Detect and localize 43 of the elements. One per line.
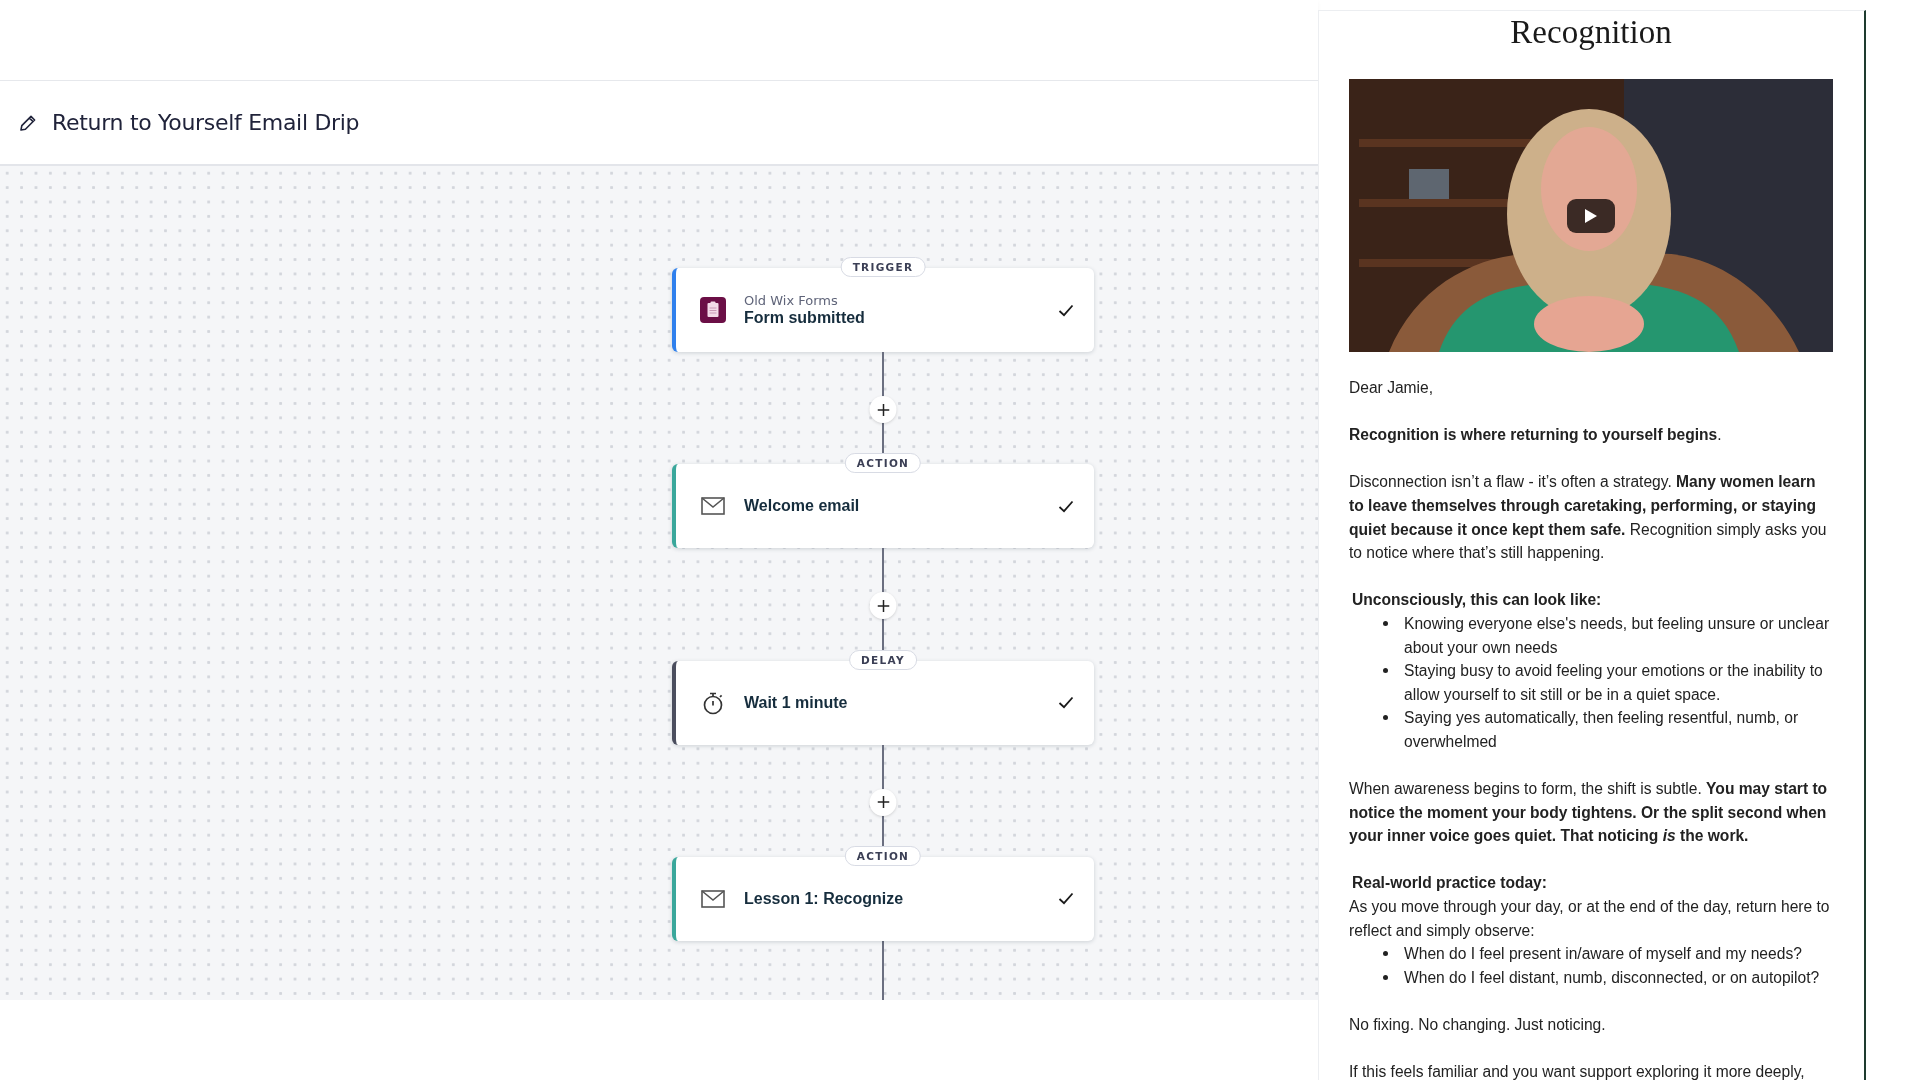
bullet-icon <box>1383 974 1388 980</box>
email-paragraph: No fixing. No changing. Just noticing. <box>1349 1015 1607 1036</box>
bullet-text: Saying yes automatically, then feeling resentful, numb, or overwhelmed <box>1404 708 1800 752</box>
bullet-text: Knowing everyone else's needs, but feeling unsure or unclear about your own needs <box>1404 613 1831 658</box>
bullet-text: When do I feel distant, numb, disconnected, or on autopilot? <box>1404 967 1820 988</box>
step-title: Lesson 1: Recognize <box>744 889 905 908</box>
connector-line <box>882 940 884 1000</box>
plus-icon <box>877 796 889 809</box>
add-step-button[interactable] <box>869 396 897 423</box>
email-paragraph: Disconnection isn’t a flaw - it’s often a strategy. Many women learn to leave themselves through caretaking, performing, or staying quiet because it once kept them safe. Recognition simply asks you to notice where that’s still happening. <box>1349 472 1828 564</box>
plus-icon <box>877 403 889 416</box>
email-paragraph: Dear Jamie, <box>1349 378 1435 398</box>
clipboard-icon <box>700 297 726 323</box>
email-paragraph: Recognition is where returning to yourself begins. <box>1349 425 1723 446</box>
bullet-text: When do I feel present in/aware of myself and my needs? <box>1404 944 1802 965</box>
step-type-badge: TRIGGER <box>840 257 926 277</box>
bullet-icon <box>1383 715 1388 721</box>
play-icon <box>1584 207 1598 224</box>
step-title: Form submitted <box>744 309 866 327</box>
add-step-button[interactable] <box>869 592 897 620</box>
workflow-title: Return to Yourself Email Drip <box>52 110 360 135</box>
step-title: Welcome email <box>744 497 861 516</box>
bullet-icon <box>1383 620 1388 626</box>
bullet-text: Staying busy to avoid feeling your emotions or the inability to allow yourself to sit still or be in a quiet space. <box>1404 661 1824 705</box>
email-title: Recognition <box>1509 13 1673 52</box>
plus-icon <box>877 599 889 612</box>
bullet-icon <box>1383 668 1388 674</box>
step-type-badge: ACTION <box>844 845 922 866</box>
play-button[interactable] <box>1567 198 1615 233</box>
step-app-name: Old Wix Forms <box>744 293 839 308</box>
step-title: Wait 1 minute <box>744 693 849 712</box>
email-paragraph: If this feels familiar and you want support exploring it more deeply, <box>1349 1062 1806 1080</box>
add-step-button[interactable] <box>869 788 897 816</box>
envelope-icon <box>701 497 725 516</box>
envelope-icon <box>701 889 725 908</box>
email-paragraph: When awareness begins to form, the shift is subtle. You may start to notice the moment your body tightens. Or the split second when your inner voice goes quiet. That noticing is the work. <box>1349 779 1829 847</box>
stopwatch-icon <box>702 690 724 715</box>
step-type-badge: DELAY <box>849 649 917 670</box>
email-paragraph: As you move through your day, or at the end of the day, return here to reflect and simply observe: <box>1349 897 1831 941</box>
bullet-icon <box>1383 951 1388 957</box>
step-type-badge: ACTION <box>844 453 922 474</box>
email-subheading: Unconsciously, this can look like: <box>1351 590 1603 611</box>
email-subheading: Real-world practice today: <box>1351 873 1548 894</box>
